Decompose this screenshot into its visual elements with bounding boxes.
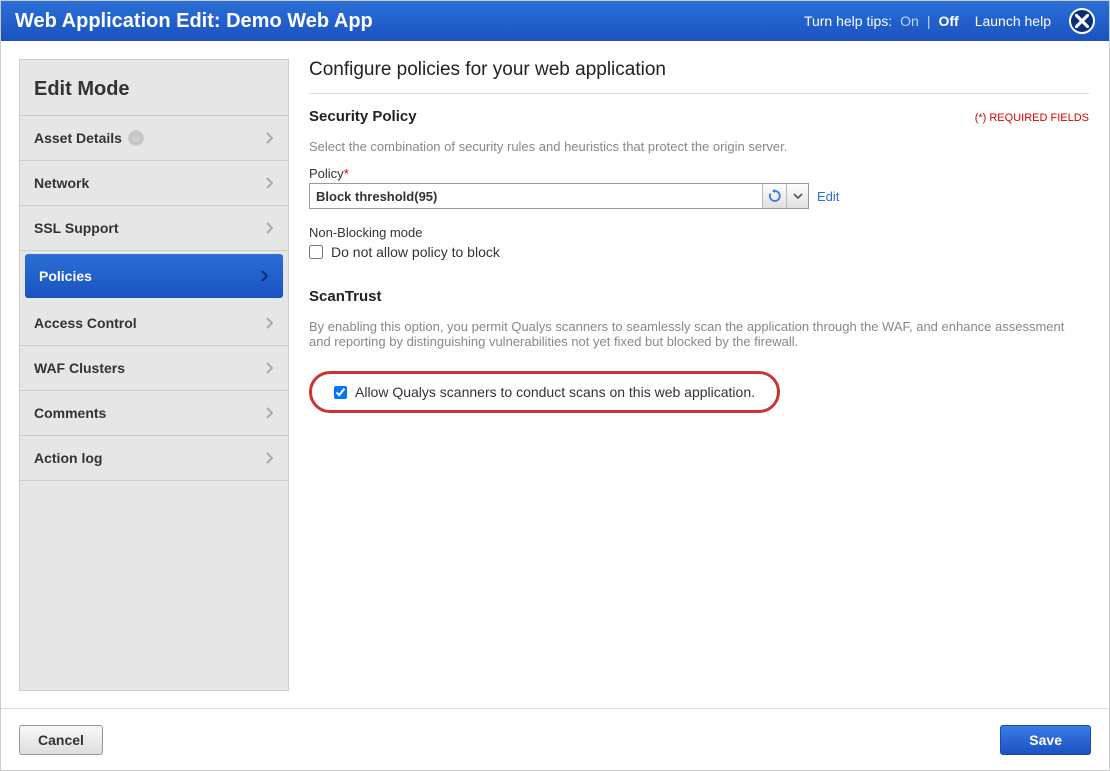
- security-policy-header: Security Policy (*) REQUIRED FIELDS: [309, 108, 1089, 125]
- scantrust-checkbox-label: Allow Qualys scanners to conduct scans o…: [355, 384, 755, 400]
- sidebar-item-comments[interactable]: Comments: [20, 391, 288, 436]
- chevron-right-icon: [264, 178, 274, 188]
- sidebar-item-policies[interactable]: Policies: [25, 254, 283, 298]
- sidebar-item-label: Action log: [34, 450, 102, 466]
- save-button[interactable]: Save: [1000, 725, 1091, 755]
- page-title: Configure policies for your web applicat…: [309, 59, 1089, 94]
- launch-help-link[interactable]: Launch help: [975, 13, 1051, 29]
- policy-select[interactable]: Block threshold(95): [309, 183, 809, 209]
- sidebar-item-waf-clusters[interactable]: WAF Clusters: [20, 346, 288, 391]
- sidebar-item-label: Access Control: [34, 315, 137, 331]
- sidebar-item-label: WAF Clusters: [34, 360, 125, 376]
- help-tips-on[interactable]: On: [900, 13, 919, 29]
- nonblocking-checkbox-label: Do not allow policy to block: [331, 244, 500, 260]
- sidebar-item-label: Asset Details: [34, 130, 122, 146]
- policy-edit-link[interactable]: Edit: [817, 189, 839, 204]
- chevron-right-icon: [264, 453, 274, 463]
- chevron-down-icon: [793, 193, 803, 199]
- sidebar-title: Edit Mode: [20, 68, 288, 116]
- close-icon: [1075, 14, 1089, 28]
- required-fields-note: (*) REQUIRED FIELDS: [975, 112, 1089, 124]
- help-tips-separator: |: [927, 13, 931, 29]
- sidebar-item-asset-details[interactable]: Asset Details: [20, 116, 288, 161]
- nonblocking-checkbox-row[interactable]: Do not allow policy to block: [309, 244, 1089, 260]
- cancel-button[interactable]: Cancel: [19, 725, 103, 755]
- sidebar-item-label: SSL Support: [34, 220, 119, 236]
- policy-select-value: Block threshold(95): [310, 189, 762, 204]
- help-tips-label: Turn help tips:: [804, 13, 892, 29]
- dialog-footer: Cancel Save: [1, 708, 1109, 770]
- scantrust-title: ScanTrust: [309, 288, 1089, 305]
- scantrust-hint: By enabling this option, you permit Qual…: [309, 319, 1089, 349]
- main-panel: Configure policies for your web applicat…: [289, 41, 1109, 691]
- chevron-right-icon: [264, 363, 274, 373]
- sidebar-item-access-control[interactable]: Access Control: [20, 301, 288, 346]
- nonblocking-mode-label: Non-Blocking mode: [309, 225, 1089, 240]
- sidebar-item-network[interactable]: Network: [20, 161, 288, 206]
- policy-field-label: Policy*: [309, 166, 1089, 181]
- sidebar-item-label: Policies: [39, 268, 92, 284]
- chevron-right-icon: [264, 408, 274, 418]
- chevron-right-icon: [264, 133, 274, 143]
- sidebar-item-label: Network: [34, 175, 89, 191]
- dialog-body: Edit Mode Asset Details Network SSL Supp…: [1, 41, 1109, 691]
- dialog-header: Web Application Edit: Demo Web App Turn …: [1, 1, 1109, 41]
- help-tips-off[interactable]: Off: [938, 13, 958, 29]
- sidebar-item-label: Comments: [34, 405, 106, 421]
- dialog-title: Web Application Edit: Demo Web App: [15, 10, 373, 33]
- scantrust-checkbox[interactable]: [334, 386, 347, 399]
- security-policy-title: Security Policy: [309, 108, 417, 125]
- policy-refresh-button[interactable]: [762, 184, 786, 208]
- globe-icon: [128, 130, 144, 146]
- refresh-icon: [768, 189, 782, 203]
- security-policy-hint: Select the combination of security rules…: [309, 139, 1089, 154]
- chevron-right-icon: [259, 271, 269, 281]
- sidebar-item-action-log[interactable]: Action log: [20, 436, 288, 481]
- chevron-right-icon: [264, 223, 274, 233]
- sidebar: Edit Mode Asset Details Network SSL Supp…: [19, 59, 289, 691]
- sidebar-item-ssl-support[interactable]: SSL Support: [20, 206, 288, 251]
- scantrust-callout: Allow Qualys scanners to conduct scans o…: [309, 371, 780, 413]
- policy-dropdown-button[interactable]: [786, 184, 808, 208]
- chevron-right-icon: [264, 318, 274, 328]
- header-tools: Turn help tips: On | Off Launch help: [804, 8, 1095, 34]
- nonblocking-checkbox[interactable]: [309, 245, 323, 259]
- policy-field-row: Block threshold(95) Edit: [309, 183, 1089, 209]
- close-button[interactable]: [1069, 8, 1095, 34]
